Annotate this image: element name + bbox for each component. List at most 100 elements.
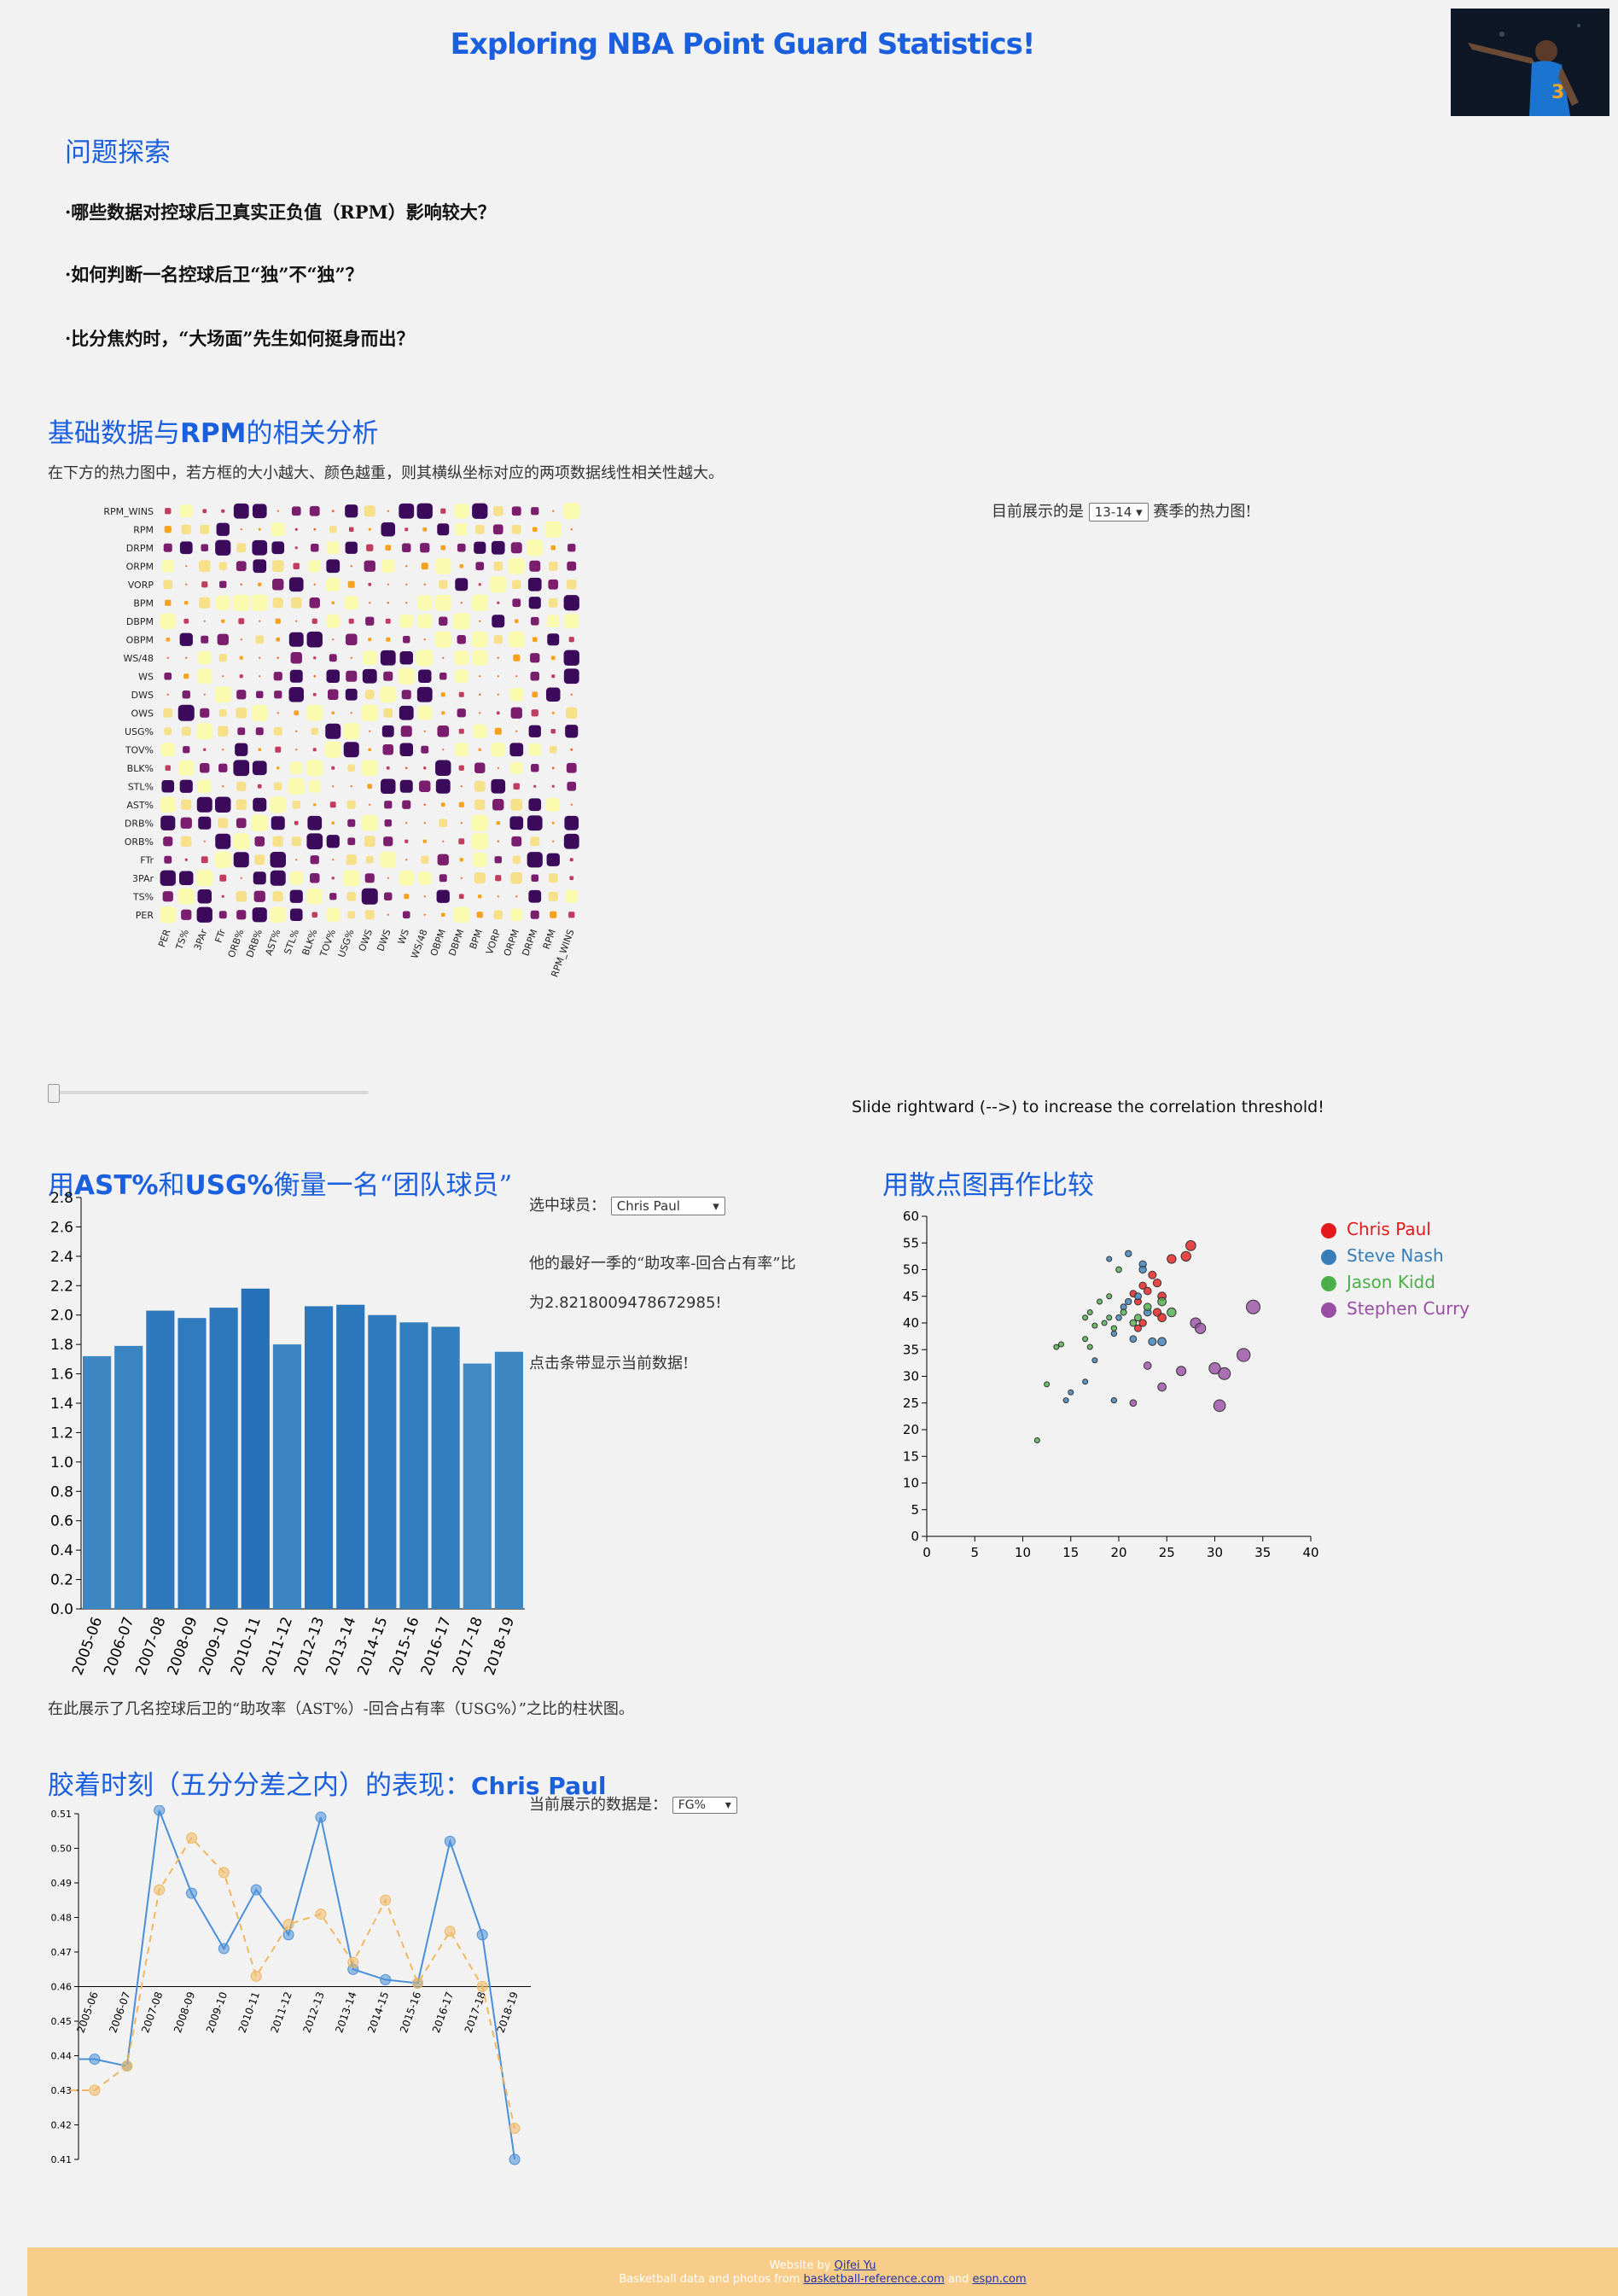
heatmap-cell: [329, 801, 336, 808]
heatmap-cell: [497, 840, 499, 842]
heatmap-cell: [533, 784, 537, 788]
clutch-data-select[interactable]: FG% ▾: [672, 1797, 737, 1814]
scatter-y-tick-label: 20: [903, 1422, 919, 1437]
line-point: [347, 1956, 359, 1968]
heatmap-cell: [458, 728, 464, 734]
heatmap-cell: [387, 510, 389, 512]
heatmap-cell: [160, 613, 177, 630]
heatmap-row-label: WS: [138, 671, 154, 682]
season-select[interactable]: 13-14 ▾: [1088, 503, 1149, 522]
heatmap-cell: [434, 594, 451, 611]
heatmap-cell: [384, 819, 392, 827]
heatmap-cell: [529, 560, 541, 572]
heatmap-cell: [405, 822, 408, 825]
heatmap-cell: [292, 800, 301, 809]
heatmap-cell: [551, 711, 555, 714]
bar-y-tick-label: 1.0: [50, 1454, 73, 1471]
heatmap-row-label: VORP: [128, 580, 154, 591]
heatmap-cell: [294, 546, 298, 550]
heatmap-cell: [343, 742, 359, 758]
heatmap-cell: [291, 506, 301, 516]
bar-y-tick-label: 0.6: [50, 1513, 73, 1530]
player-select[interactable]: Chris Paul ▾: [610, 1197, 725, 1215]
heatmap-cell: [254, 854, 265, 865]
scatter-point: [1143, 1361, 1152, 1370]
heatmap-cell: [440, 912, 445, 918]
heatmap-cell: [421, 745, 429, 754]
heatmap-cell: [442, 656, 445, 659]
heatmap-cell: [185, 656, 188, 659]
heatmap-cell: [331, 877, 335, 880]
heatmap-cell: [222, 785, 224, 788]
author-link[interactable]: Qifei Yu: [835, 2259, 876, 2272]
heatmap-cell: [272, 597, 283, 609]
line-x-tick-label: 2008-09: [172, 1990, 197, 2035]
bar-y-tick-label: 1.2: [50, 1425, 73, 1442]
heatmap-cell: [510, 542, 522, 554]
heatmap-cell: [289, 889, 303, 903]
bar-x-tick-label: 2008-09: [165, 1615, 201, 1678]
heatmap-cell: [311, 618, 317, 624]
heatmap-cell: [570, 803, 573, 806]
heatmap-cell: [454, 669, 469, 684]
legend-stephen-curry: Stephen Curry: [1321, 1296, 1470, 1322]
espn-link[interactable]: espn.com: [973, 2273, 1027, 2286]
heatmap-cell: [403, 636, 410, 644]
heatmap-row-label: PER: [136, 910, 154, 921]
heatmap-cell: [183, 618, 189, 624]
heatmap-cell: [384, 892, 393, 900]
bar: [178, 1318, 207, 1609]
scatter-point: [1138, 1265, 1147, 1274]
scatter-point: [1167, 1254, 1177, 1264]
line-x-tick-label: 2009-10: [204, 1990, 230, 2035]
scatter-y-tick-label: 5: [911, 1502, 919, 1518]
heatmap-cell: [331, 711, 335, 715]
heatmap-cell: [398, 667, 415, 685]
line-y-tick-label: 0.46: [51, 1982, 73, 1993]
heatmap-col-label: VORP: [484, 928, 503, 956]
heatmap-cell: [235, 743, 248, 756]
scatter-x-tick-label: 35: [1254, 1545, 1271, 1560]
heatmap-cell: [567, 561, 577, 571]
heatmap-cell: [275, 746, 282, 753]
heatmap-cell: [236, 543, 247, 553]
heatmap-cell: [306, 704, 323, 721]
heatmap-cell: [567, 544, 576, 552]
correlation-slider[interactable]: [48, 1084, 369, 1103]
heatmap-cell: [440, 692, 445, 697]
scatter-point: [1157, 1297, 1167, 1307]
heatmap-cell: [437, 854, 449, 865]
scatter-point: [1082, 1378, 1089, 1385]
scatter-point: [1148, 1270, 1157, 1279]
heatmap-cell: [364, 910, 375, 920]
heatmap-cell: [508, 631, 525, 648]
heatmap-cell: [459, 858, 463, 862]
heatmap-cell: [219, 874, 227, 882]
heatmap-cell: [491, 778, 506, 794]
heatmap-col-label: BPM: [468, 928, 485, 951]
heatmap-cell: [563, 595, 579, 611]
heatmap-cell: [548, 561, 558, 571]
heatmap-cell: [326, 907, 340, 922]
heatmap-cell: [493, 910, 503, 920]
scatter-point: [1129, 1335, 1138, 1343]
heatmap-cell: [434, 631, 451, 648]
heatmap-cell: [361, 814, 378, 831]
line-point: [89, 2054, 101, 2066]
heatmap-cell: [164, 855, 172, 864]
heatmap-cell: [349, 527, 354, 532]
line-y-tick-label: 0.47: [51, 1947, 73, 1958]
question-2: ·如何判断一名控球后卫“独”不“独”？: [65, 264, 364, 285]
bbref-link[interactable]: basketball-reference.com: [804, 2273, 945, 2286]
heatmap-cell: [454, 650, 469, 666]
heatmap-cell: [563, 668, 579, 685]
heatmap-cell: [442, 749, 445, 751]
heatmap-cell: [307, 815, 323, 830]
heatmap-cell: [288, 778, 305, 795]
heatmap-cell: [548, 891, 558, 901]
scatter-y-tick-label: 40: [903, 1315, 919, 1331]
slider-handle[interactable]: [48, 1084, 60, 1103]
player-selector-row: 选中球员： Chris Paul ▾: [529, 1193, 725, 1215]
heatmap-cell: [402, 800, 411, 809]
heatmap-cell: [233, 503, 249, 519]
